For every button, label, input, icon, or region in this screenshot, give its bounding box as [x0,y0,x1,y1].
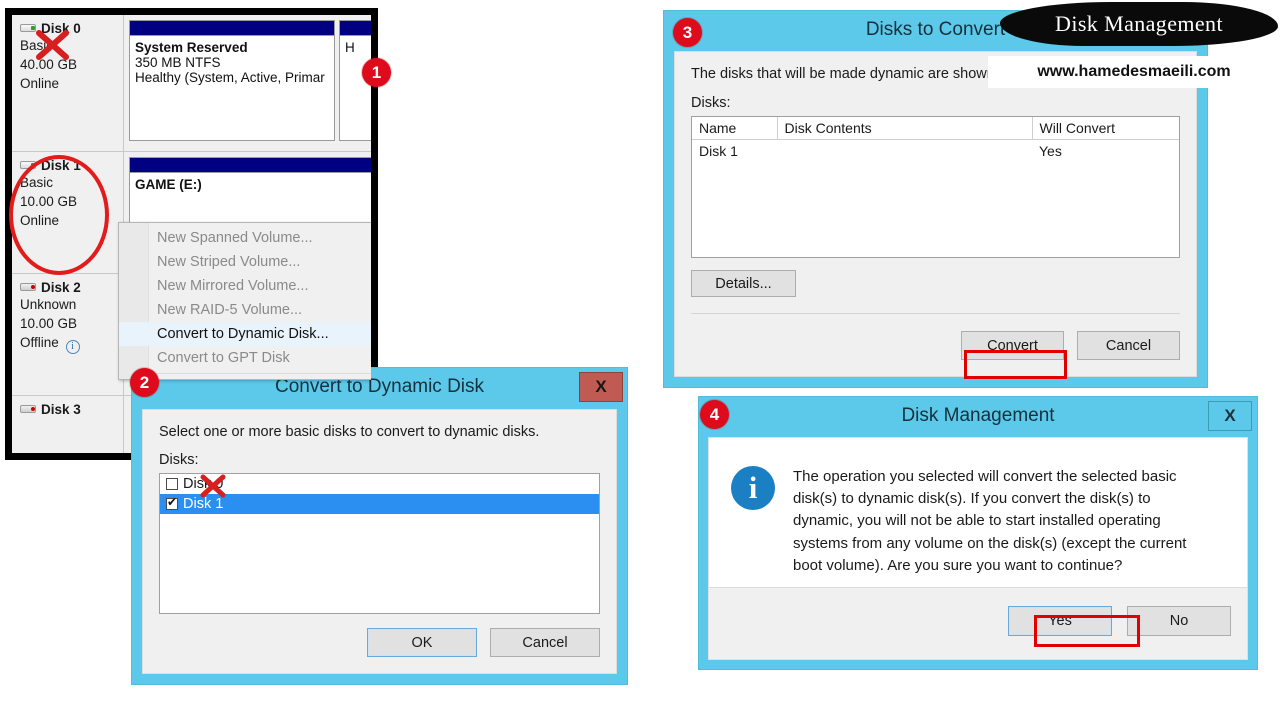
cell-will-convert: Yes [1039,143,1062,159]
list-item-label: Disk 0 [183,476,224,492]
dialog-title: Disks to Convert [865,19,1006,40]
disk-size: 40.00 GB [20,57,78,73]
disks-list-label: Disks: [691,95,731,111]
column-header-disk-contents[interactable]: Disk Contents [777,117,1033,140]
convert-to-dynamic-disk-dialog: Convert to Dynamic Disk X Select one or … [131,367,628,685]
disk-title: Disk 1 [20,158,123,173]
step-badge-3: 3 [673,18,702,47]
hard-disk-icon [20,23,37,34]
info-icon: i [731,466,775,510]
disk-context-menu[interactable]: New Spanned Volume... New Striped Volume… [118,222,371,380]
volume-health: H [345,40,355,55]
column-header-will-convert[interactable]: Will Convert [1032,117,1179,140]
dialog-footer: Yes No [709,587,1247,659]
menu-item-convert-to-gpt-disk[interactable]: Convert to GPT Disk [119,346,371,370]
table-row[interactable]: Disk 1 Yes [692,140,1179,163]
disk-info-panel[interactable]: Disk 3 [12,396,124,453]
disks-grid[interactable]: Name Disk Contents Will Convert Disk 1 Y… [691,116,1180,258]
table-header-row: Name Disk Contents Will Convert [692,117,1179,140]
ok-button[interactable]: OK [367,628,477,657]
volume-usage-bar [340,21,371,36]
disk-management-confirm-dialog: Disk Management X i The operation you se… [698,396,1258,670]
disk-name: Disk 0 [41,21,81,36]
list-item[interactable]: Disk 0 [160,474,599,494]
close-icon[interactable]: X [1208,401,1252,431]
disk-row[interactable]: Disk 0 Basic 40.00 GB Online System Rese… [12,15,371,152]
step-badge-2: 2 [130,368,159,397]
dialog-button-row: Yes No [1008,606,1231,636]
disk-status-text: Offline [20,335,59,351]
disk-type: Basic [20,175,54,190]
disk-status: Online [20,76,60,92]
disk-name: Disk 1 [41,158,81,173]
menu-item-new-mirrored-volume[interactable]: New Mirrored Volume... [119,274,371,298]
info-icon[interactable]: i [65,340,80,355]
menu-item-new-striped-volume[interactable]: New Striped Volume... [119,250,371,274]
footer-divider [691,313,1180,314]
instruction-text: Select one or more basic disks to conver… [159,424,540,440]
brand-watermark-url: www.hamedesmaeili.com [988,56,1280,88]
disks-list-label: Disks: [159,452,199,468]
details-button[interactable]: Details... [691,270,796,297]
disk-checkbox[interactable] [166,478,178,490]
dialog-button-row: Convert Cancel [961,331,1180,360]
disks-listbox[interactable]: Disk 0 Disk 1 [159,473,600,614]
volume-usage-bar [130,21,334,36]
disk-type: Basic [20,38,54,53]
convert-button[interactable]: Convert [961,331,1064,360]
dialog-content: The disks that will be made dynamic are … [674,51,1197,377]
confirm-message: The operation you selected will convert … [793,468,1187,574]
cancel-button[interactable]: Cancel [490,628,600,657]
disk-status: Offline i [20,333,123,355]
disk-checkbox[interactable] [166,495,178,510]
cell-disk-contents [777,140,1032,163]
menu-item-new-raid5-volume[interactable]: New RAID-5 Volume... [119,298,371,322]
cancel-button[interactable]: Cancel [1077,331,1180,360]
dialog-title: Disk Management [901,405,1055,426]
disk-name: Disk 2 [41,280,81,295]
volume-block[interactable]: System Reserved 350 MB NTFS Healthy (Sys… [129,20,335,141]
cell-name: Disk 1 [699,143,738,159]
disk-title: Disk 3 [20,402,123,417]
screenshot-root: Disk 0 Basic 40.00 GB Online System Rese… [0,0,1280,720]
brand-banner: Disk Management [1000,2,1278,46]
volume-name: System Reserved [135,40,248,55]
volume-name: GAME (E:) [135,177,202,192]
hard-disk-icon [20,160,37,171]
no-button[interactable]: No [1127,606,1231,636]
context-menu-separator [125,373,371,374]
volume-health: Healthy (System, Active, Primar [135,70,325,85]
dialog-content: Select one or more basic disks to conver… [142,409,617,674]
disk-title: Disk 0 [20,21,123,36]
dialog-button-row: OK Cancel [367,628,600,657]
disk-size: 10.00 GB [20,316,78,332]
step-badge-4: 4 [700,400,729,429]
close-icon[interactable]: X [579,372,623,402]
disk-type: Unknown [20,297,77,312]
volume-filesystem: 350 MB NTFS [135,55,221,70]
disk-title: Disk 2 [20,280,123,295]
disks-table: Name Disk Contents Will Convert Disk 1 Y… [692,117,1179,162]
volume-usage-bar [130,158,371,173]
list-item-label: Disk 1 [183,496,224,512]
offline-disk-icon [20,404,37,415]
disk-info-panel[interactable]: Disk 1 Basic 10.00 GB Online [12,152,124,274]
menu-item-convert-to-dynamic-disk[interactable]: Convert to Dynamic Disk... [119,322,371,346]
offline-disk-icon [20,282,37,293]
disk-size: 10.00 GB [20,194,78,210]
step-badge-1: 1 [362,58,391,87]
disk-name: Disk 3 [41,402,81,417]
column-header-name[interactable]: Name [692,117,778,140]
yes-button[interactable]: Yes [1008,606,1112,636]
disk-info-panel[interactable]: Disk 0 Basic 40.00 GB Online [12,15,124,152]
list-item[interactable]: Disk 1 [160,494,599,514]
dialog-content: i The operation you selected will conver… [708,437,1248,660]
disk-volume-area: System Reserved 350 MB NTFS Healthy (Sys… [124,15,371,152]
dialog-titlebar: Disk Management [699,397,1257,435]
brand-banner-title: Disk Management [1055,11,1223,36]
disk-status: Online [20,213,60,229]
message-area: i The operation you selected will conver… [709,438,1247,577]
disk-info-panel[interactable]: Disk 2 Unknown 10.00 GB Offline i [12,274,124,396]
menu-item-new-spanned-volume[interactable]: New Spanned Volume... [119,226,371,250]
